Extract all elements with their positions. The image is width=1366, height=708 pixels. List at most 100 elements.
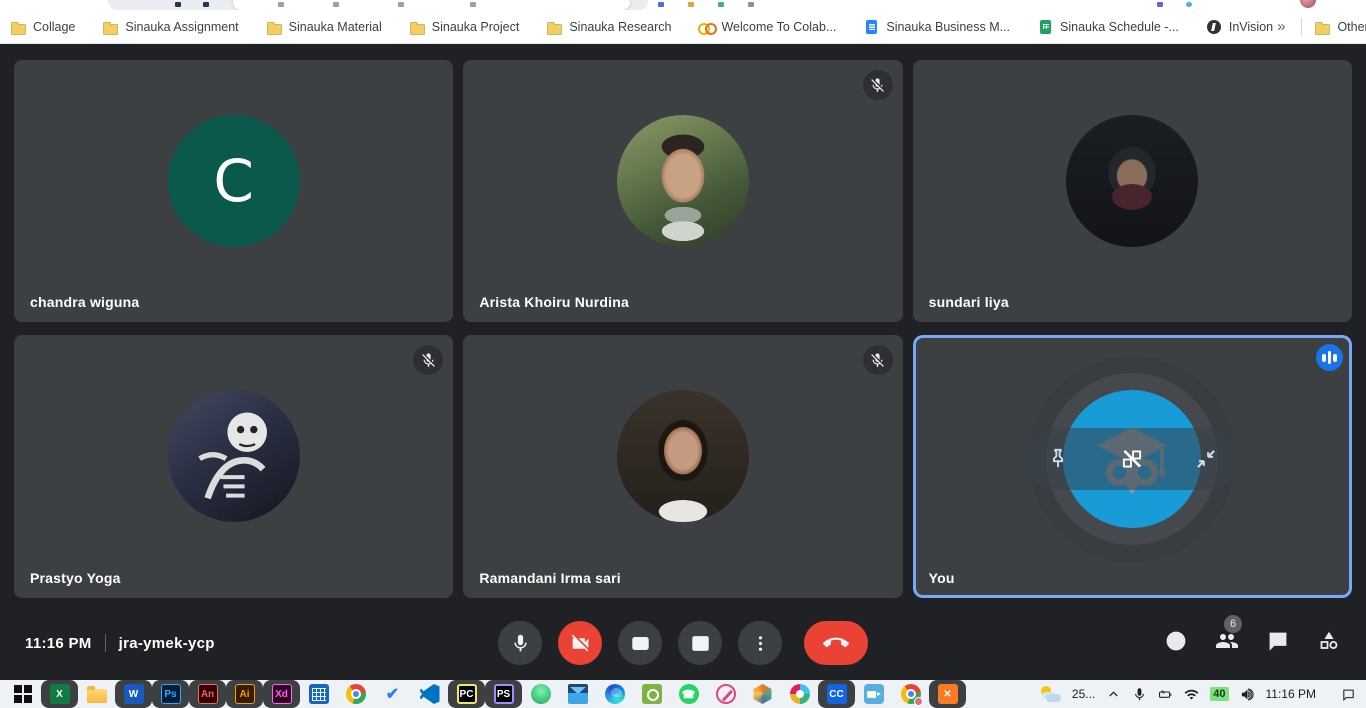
letter-avatar: C (168, 115, 300, 247)
taskbar-app-icon[interactable] (522, 680, 559, 708)
browser-profile-avatar[interactable] (1300, 0, 1316, 8)
partial-extension-icon (658, 2, 664, 7)
tray-mic-icon[interactable] (1132, 687, 1147, 702)
taskbar-app-icon[interactable] (559, 680, 596, 708)
meeting-info: 11:16 PM jra-ymek-ycp (25, 634, 215, 652)
taskbar-clock[interactable]: 11:16 PM (1266, 687, 1316, 701)
google-meet-call: C chandra wiguna Arista Khoiru Nurdina s… (0, 44, 1366, 680)
weather-icon[interactable] (1039, 686, 1061, 703)
partial-text-fragment (278, 2, 284, 7)
call-end-icon (823, 630, 849, 656)
bookmark-label: Sinauka Material (289, 20, 382, 34)
taskbar-app-icon[interactable]: Ai (226, 680, 263, 708)
taskbar-app-icon[interactable]: CC (818, 680, 855, 708)
bookmark-item[interactable]: Sinauka Material (266, 19, 382, 35)
end-call-button[interactable] (804, 621, 868, 665)
participant-tile-ramandani[interactable]: Ramandani Irma sari (463, 335, 902, 598)
participant-name: sundari liya (929, 294, 1009, 310)
photo-avatar (168, 390, 300, 522)
partial-favicon (203, 2, 209, 7)
taskbar-app-icon[interactable]: An (189, 680, 226, 708)
taskbar-app-icon[interactable] (892, 680, 929, 708)
participant-tile-sundari[interactable]: sundari liya (913, 60, 1352, 322)
bookmark-icon (10, 19, 26, 35)
activities-button[interactable] (1317, 629, 1341, 658)
unpin-grid-icon[interactable] (1119, 446, 1145, 472)
participant-tile-chandra[interactable]: C chandra wiguna (14, 60, 453, 322)
taskbar-app-icon[interactable] (78, 680, 115, 708)
taskbar-app-icon[interactable] (781, 680, 818, 708)
taskbar-app-icon[interactable] (337, 680, 374, 708)
exit-fullscreen-icon[interactable] (1193, 446, 1219, 472)
taskbar-app-icon[interactable]: ☎ (670, 680, 707, 708)
meeting-code: jra-ymek-ycp (119, 635, 215, 652)
bookmark-item[interactable]: Collage (10, 19, 75, 35)
partial-extension-icon (1186, 2, 1192, 7)
taskbar-app-icon[interactable] (633, 680, 670, 708)
chat-button[interactable] (1266, 629, 1290, 658)
taskbar-app-icon[interactable]: Xd (263, 680, 300, 708)
battery-plug-icon[interactable] (1158, 687, 1173, 702)
mic-off-icon (869, 352, 886, 369)
taskbar-app-icon[interactable] (4, 680, 41, 708)
taskbar-app-icon[interactable]: ✔ (374, 680, 411, 708)
bookmark-item[interactable]: Sinauka Business M... (863, 19, 1010, 35)
participant-tile-arista[interactable]: Arista Khoiru Nurdina (463, 60, 902, 322)
microphone-button[interactable] (498, 621, 542, 665)
captions-button[interactable]: CC (618, 621, 662, 665)
action-center-icon[interactable] (1341, 687, 1356, 702)
bookmark-item[interactable]: InVision (1206, 19, 1273, 35)
participant-name-you: You (929, 570, 955, 586)
battery-percent-badge[interactable]: 40 (1210, 687, 1228, 701)
taskbar-app-icon[interactable] (855, 680, 892, 708)
wifi-icon[interactable] (1184, 687, 1199, 702)
chat-icon (1266, 629, 1290, 653)
other-bookmarks-button[interactable]: Other bookmarks (1314, 19, 1366, 35)
taskbar-app-icon[interactable]: W (115, 680, 152, 708)
meeting-details-button[interactable] (1164, 629, 1188, 658)
mic-off-icon (869, 77, 886, 94)
taskbar-app-icon[interactable]: PC (448, 680, 485, 708)
more-options-button[interactable] (738, 621, 782, 665)
participant-tile-prastyo[interactable]: Prastyo Yoga (14, 335, 453, 598)
taskbar-app-icon[interactable]: X (41, 680, 78, 708)
bookmark-icon (409, 19, 425, 35)
speaker-icon[interactable] (1240, 687, 1255, 702)
bookmark-list: Collage Sinauka Assignment Sinauka Mater… (10, 19, 1273, 35)
taskbar-app-icon[interactable]: Ps (152, 680, 189, 708)
partial-extension-icon (718, 2, 724, 7)
partial-extension-icon (748, 2, 754, 7)
audio-level-indicator (1316, 344, 1343, 371)
bookmark-icon (1206, 19, 1222, 35)
participant-grid: C chandra wiguna Arista Khoiru Nurdina s… (0, 44, 1366, 598)
mic-icon (510, 633, 531, 654)
bookmark-item[interactable]: Sinauka Research (546, 19, 671, 35)
present-button[interactable] (678, 621, 722, 665)
taskbar-app-icon[interactable] (744, 680, 781, 708)
participants-button[interactable]: 6 (1215, 629, 1239, 658)
chevron-up-icon[interactable] (1106, 687, 1121, 702)
call-controls: CC (498, 621, 868, 665)
bookmark-item[interactable]: Sinauka Assignment (102, 19, 238, 35)
svg-text:CC: CC (635, 641, 645, 648)
taskbar-app-icon[interactable] (707, 680, 744, 708)
temperature-label[interactable]: 25... (1072, 687, 1095, 701)
bookmarks-overflow-chevron[interactable]: » (1273, 18, 1289, 35)
taskbar-app-icon[interactable] (596, 680, 633, 708)
meet-bottom-bar: 11:16 PM jra-ymek-ycp CC (0, 606, 1366, 680)
bookmark-item[interactable]: Sinauka Project (409, 19, 520, 35)
folder-icon (1314, 19, 1330, 35)
taskbar-app-icon[interactable] (411, 680, 448, 708)
pin-icon[interactable] (1045, 446, 1071, 472)
bookmark-item[interactable]: Sinauka Schedule -... (1037, 19, 1179, 35)
bookmark-item[interactable]: Welcome To Colab... (698, 19, 836, 35)
skeleton-artwork (168, 390, 300, 522)
taskbar-app-icon[interactable] (300, 680, 337, 708)
taskbar-app-icon[interactable]: ✕ (929, 680, 966, 708)
bookmark-label: Sinauka Business M... (886, 20, 1010, 34)
system-tray: 25... 40 11:16 PM (1039, 686, 1366, 703)
taskbar-app-icon[interactable]: PS (485, 680, 522, 708)
participant-tile-you[interactable]: You (913, 335, 1352, 598)
camera-off-button[interactable] (558, 621, 602, 665)
browser-toolbar-strip (0, 0, 1366, 10)
